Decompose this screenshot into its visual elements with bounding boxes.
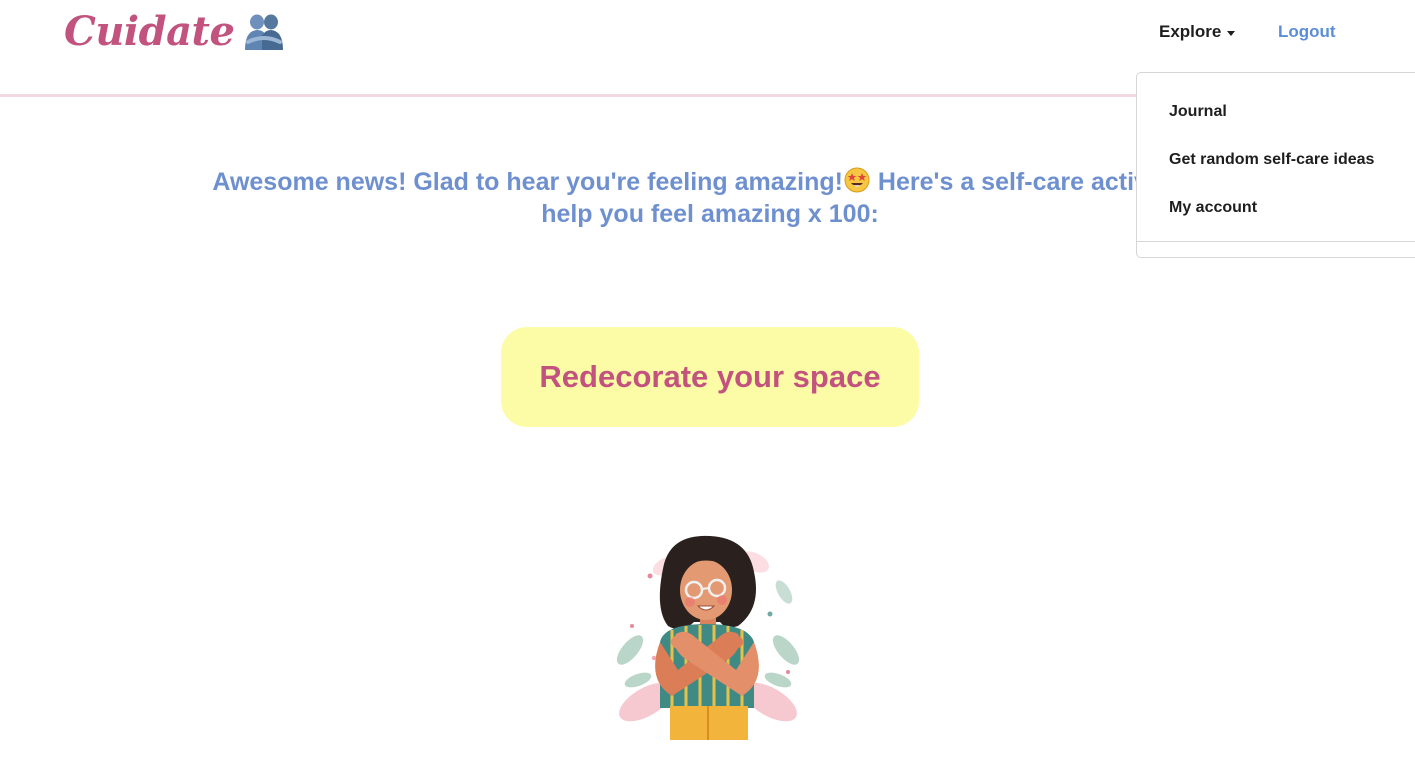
dropdown-item-random-ideas[interactable]: Get random self-care ideas [1169, 151, 1374, 169]
activity-text: Redecorate your space [539, 359, 881, 394]
mood-message: Awesome news! Glad to hear you're feelin… [200, 166, 1220, 230]
message-text-start: Awesome news! Glad to hear you're feelin… [212, 168, 843, 196]
people-hugging-icon [245, 14, 284, 50]
star-struck-emoji-icon [844, 167, 870, 193]
activity-card: Redecorate your space [501, 327, 919, 427]
woman-hugging-self-illustration [616, 535, 800, 740]
logout-link[interactable]: Logout [1278, 22, 1336, 42]
dropdown-item-my-account[interactable]: My account [1169, 199, 1257, 217]
dropdown-item-journal[interactable]: Journal [1169, 103, 1227, 121]
dropdown-divider [1137, 241, 1415, 242]
brand-logo-text: Cuidate [64, 8, 235, 55]
explore-dropdown-menu: Journal Get random self-care ideas My ac… [1136, 72, 1415, 258]
explore-dropdown-toggle[interactable]: Explore [1159, 22, 1236, 42]
brand-link[interactable]: Cuidate [64, 8, 286, 55]
caret-down-icon [1227, 30, 1236, 36]
explore-label: Explore [1159, 22, 1222, 41]
page: Cuidate Explore Logout Awesome news! Gla… [0, 0, 1415, 762]
